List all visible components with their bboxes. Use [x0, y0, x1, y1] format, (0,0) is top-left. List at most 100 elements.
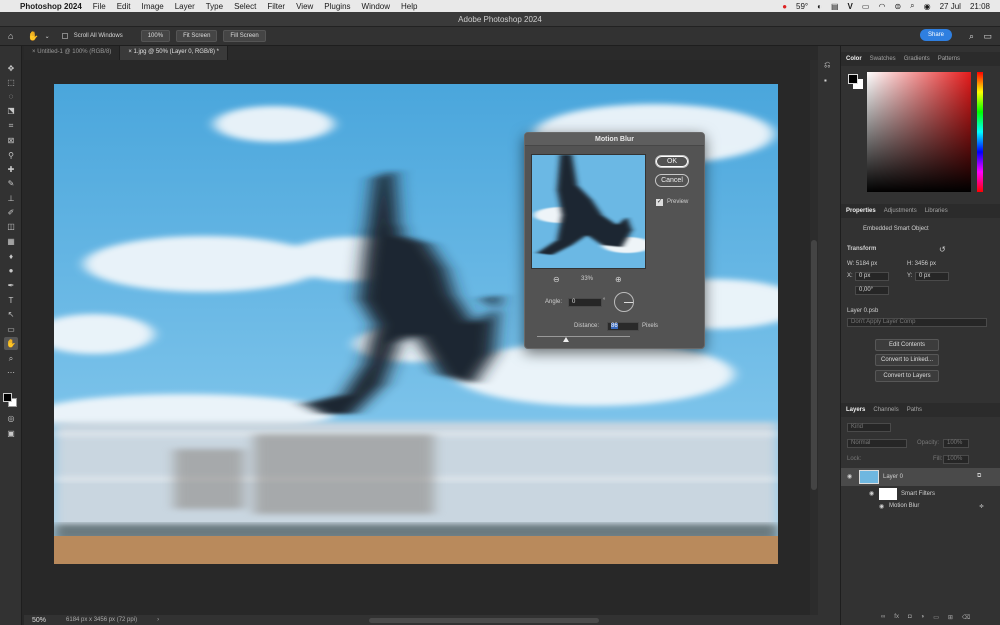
zoom-100-button[interactable]: 100%: [140, 30, 171, 42]
type-tool-icon[interactable]: T: [4, 294, 18, 307]
ok-button[interactable]: OK: [655, 155, 689, 168]
filter-preview[interactable]: [531, 154, 646, 269]
home-icon[interactable]: ⌂: [8, 31, 13, 41]
close-icon[interactable]: ×: [32, 49, 36, 55]
filter-options-icon[interactable]: ≑: [979, 503, 984, 510]
convert-layers-button[interactable]: Convert to Layers: [875, 370, 939, 382]
angle-input[interactable]: 0,00°: [855, 286, 889, 295]
menu-filter[interactable]: Filter: [267, 2, 285, 11]
menu-edit[interactable]: Edit: [117, 2, 131, 11]
zoom-in-icon[interactable]: ⊕: [615, 275, 622, 284]
app-menu[interactable]: Photoshop 2024: [20, 2, 82, 11]
hand-tool-icon[interactable]: ✋: [27, 31, 38, 42]
menu-window[interactable]: Window: [362, 2, 390, 11]
menu-file[interactable]: File: [93, 2, 106, 11]
distance-input[interactable]: 86: [607, 322, 639, 331]
clipboard-icon[interactable]: ▤: [831, 2, 839, 11]
reset-icon[interactable]: ↺: [939, 245, 946, 254]
menu-view[interactable]: View: [296, 2, 313, 11]
hue-slider[interactable]: [977, 72, 983, 192]
search-icon[interactable]: ⌕: [969, 31, 974, 42]
foreground-color-swatch[interactable]: [3, 393, 12, 402]
tab-swatches[interactable]: Swatches: [870, 56, 896, 62]
close-icon[interactable]: ×: [128, 49, 132, 55]
scroll-thumb[interactable]: [811, 240, 817, 490]
tab-gradients[interactable]: Gradients: [904, 56, 930, 62]
zoom-out-icon[interactable]: ⊖: [553, 275, 560, 284]
link-icon[interactable]: ∞: [881, 614, 885, 622]
share-button[interactable]: Share: [919, 29, 952, 41]
folder-icon[interactable]: ▭: [933, 614, 939, 622]
fill-screen-button[interactable]: Fill Screen: [223, 30, 266, 42]
blend-mode-select[interactable]: Normal: [847, 439, 907, 448]
pen-tool-icon[interactable]: ✒: [4, 279, 18, 292]
zoom-tool-icon[interactable]: ⌕: [4, 352, 18, 365]
x-input[interactable]: 0 px: [855, 272, 889, 281]
zoom-level[interactable]: 50%: [32, 617, 46, 624]
hand-tool-icon[interactable]: ✋: [4, 337, 18, 350]
stamp-tool-icon[interactable]: ⊥: [4, 192, 18, 205]
spotlight-icon[interactable]: ⌕: [910, 1, 914, 11]
screen-mode-icon[interactable]: ▣: [4, 427, 18, 440]
record-icon[interactable]: ●: [782, 2, 787, 11]
convert-linked-button[interactable]: Convert to Linked...: [875, 354, 939, 366]
eye-icon[interactable]: ◉: [847, 473, 852, 480]
distance-slider-track[interactable]: [537, 336, 630, 337]
battery-icon[interactable]: ▭: [862, 2, 870, 11]
color-picker-field[interactable]: [867, 72, 971, 192]
smart-filters-row[interactable]: ◉ Smart Filters: [841, 487, 1000, 501]
motion-blur-filter-row[interactable]: ◉ Motion Blur ≑: [841, 501, 1000, 513]
vertical-scrollbar[interactable]: [810, 60, 818, 615]
comment-icon[interactable]: ▪: [824, 76, 827, 85]
object-select-tool-icon[interactable]: ⬔: [4, 104, 18, 117]
cancel-button[interactable]: Cancel: [655, 174, 689, 187]
menu-select[interactable]: Select: [234, 2, 256, 11]
eye-icon[interactable]: ◉: [879, 503, 884, 510]
tab-paths[interactable]: Paths: [907, 407, 922, 413]
quick-mask-icon[interactable]: ◎: [4, 412, 18, 425]
menu-image[interactable]: Image: [141, 2, 163, 11]
brush-tool-icon[interactable]: ✎: [4, 177, 18, 190]
wifi-icon[interactable]: ◠: [878, 2, 885, 11]
tab-color[interactable]: Color: [846, 56, 862, 62]
menu-layer[interactable]: Layer: [175, 2, 195, 11]
tab-layers[interactable]: Layers: [846, 407, 865, 413]
menu-type[interactable]: Type: [206, 2, 223, 11]
eyedropper-tool-icon[interactable]: ⚲: [4, 149, 18, 162]
fg-color-chip[interactable]: [848, 74, 858, 84]
menu-time[interactable]: 21:08: [970, 2, 990, 11]
layer-filter-kind[interactable]: Kind: [847, 423, 891, 432]
tab-untitled[interactable]: × Untitled-1 @ 100% (RGB/8): [24, 46, 121, 60]
move-tool-icon[interactable]: ✥: [4, 62, 18, 75]
distance-slider-thumb[interactable]: [563, 337, 569, 342]
preview-checkbox[interactable]: ✓: [656, 199, 663, 206]
menu-extra-icon[interactable]: ◐: [817, 2, 822, 11]
healing-tool-icon[interactable]: ✚: [4, 163, 18, 176]
fill-input[interactable]: 100%: [943, 455, 969, 464]
angle-dial[interactable]: [614, 292, 634, 312]
angle-input[interactable]: 0: [568, 298, 602, 307]
vpn-icon[interactable]: V: [848, 2, 853, 11]
marquee-tool-icon[interactable]: ⬚: [4, 76, 18, 89]
chevron-right-icon[interactable]: ›: [157, 617, 159, 623]
crop-tool-icon[interactable]: ⌗: [4, 119, 18, 132]
history-brush-icon[interactable]: ✐: [4, 206, 18, 219]
fx-icon[interactable]: fx: [894, 614, 899, 622]
layer-row[interactable]: ◉ Layer 0 ⧉: [841, 468, 1000, 486]
adjustment-icon[interactable]: ◑: [921, 614, 925, 622]
control-center-icon[interactable]: ⊜: [894, 2, 901, 11]
menu-date[interactable]: 27 Jul: [940, 2, 961, 11]
shape-tool-icon[interactable]: ▭: [4, 323, 18, 336]
layer-name[interactable]: Layer 0: [883, 474, 903, 480]
more-tools-icon[interactable]: ⋯: [4, 366, 18, 379]
opacity-input[interactable]: 100%: [943, 439, 969, 448]
weather-temp[interactable]: 59°: [796, 2, 808, 11]
tab-properties[interactable]: Properties: [846, 208, 876, 214]
fit-screen-button[interactable]: Fit Screen: [176, 30, 218, 42]
mask-icon[interactable]: ◘: [908, 614, 912, 622]
new-layer-icon[interactable]: ⊞: [948, 614, 953, 622]
frame-tool-icon[interactable]: ⊠: [4, 134, 18, 147]
scroll-all-checkbox[interactable]: [61, 33, 68, 39]
tab-libraries[interactable]: Libraries: [925, 208, 948, 214]
menu-help[interactable]: Help: [401, 2, 417, 11]
